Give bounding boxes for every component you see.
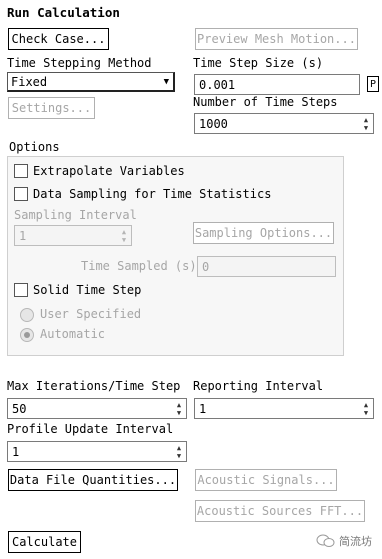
acoustic-signals-button[interactable]: Acoustic Signals...	[195, 469, 337, 491]
preview-mesh-motion-button[interactable]: Preview Mesh Motion...	[195, 28, 358, 50]
spinner-arrows-icon[interactable]: ▲ ▼	[359, 114, 373, 133]
time-stepping-method-value: Fixed	[11, 74, 48, 89]
max-iterations-input[interactable]: 50 ▲ ▼	[7, 398, 187, 419]
user-specified-label: User Specified	[40, 307, 142, 321]
panel-title: Run Calculation	[7, 5, 120, 20]
time-step-size-value: 0.001	[199, 77, 236, 92]
extrapolate-variables-checkbox[interactable]	[14, 164, 28, 178]
sampling-interval-value: 1	[19, 228, 27, 243]
sampling-options-button[interactable]: Sampling Options...	[193, 222, 334, 244]
number-of-time-steps-label: Number of Time Steps	[193, 95, 338, 109]
reporting-interval-input[interactable]: 1 ▲ ▼	[194, 398, 374, 419]
time-sampled-label: Time Sampled (s)	[81, 259, 197, 273]
extrapolate-variables-label: Extrapolate Variables	[33, 164, 185, 178]
solid-time-step-checkbox[interactable]	[14, 283, 28, 297]
time-step-size-input[interactable]: 0.001	[194, 74, 360, 95]
options-label: Options	[9, 140, 60, 154]
spinner-arrows-icon[interactable]: ▲ ▼	[172, 442, 186, 461]
automatic-label: Automatic	[40, 327, 106, 341]
calculate-button[interactable]: Calculate	[8, 531, 81, 553]
reporting-interval-value: 1	[199, 401, 207, 416]
spinner-arrows-icon[interactable]: ▲ ▼	[172, 399, 186, 418]
watermark: 简流坊	[316, 533, 372, 549]
profile-update-interval-value: 1	[12, 444, 20, 459]
time-sampled-input[interactable]: 0	[197, 256, 336, 277]
data-sampling-checkbox[interactable]	[14, 187, 28, 201]
profile-update-interval-input[interactable]: 1 ▲ ▼	[7, 441, 187, 462]
acoustic-sources-fft-button[interactable]: Acoustic Sources FFT...	[195, 500, 365, 522]
settings-button[interactable]: Settings...	[8, 97, 95, 119]
wechat-icon	[316, 534, 335, 547]
max-iterations-value: 50	[12, 401, 27, 416]
spinner-arrows-icon[interactable]: ▲ ▼	[359, 399, 373, 418]
sampling-interval-label: Sampling Interval	[14, 208, 137, 222]
automatic-radio[interactable]	[20, 328, 34, 342]
chevron-down-icon: ▼	[163, 77, 169, 87]
number-of-time-steps-value: 1000	[199, 116, 228, 131]
sampling-interval-input[interactable]: 1 ▲ ▼	[14, 225, 132, 246]
data-file-quantities-button[interactable]: Data File Quantities...	[8, 469, 178, 491]
max-iterations-label: Max Iterations/Time Step	[7, 379, 181, 393]
check-case-button[interactable]: Check Case...	[8, 28, 109, 50]
user-specified-radio[interactable]	[20, 308, 34, 322]
solid-time-step-label: Solid Time Step	[33, 283, 142, 297]
data-sampling-label: Data Sampling for Time Statistics	[33, 187, 272, 201]
time-stepping-method-dropdown[interactable]: Fixed ▼	[7, 72, 175, 92]
reporting-interval-label: Reporting Interval	[193, 379, 324, 393]
spinner-arrows-icon[interactable]: ▲ ▼	[117, 226, 131, 245]
number-of-time-steps-input[interactable]: 1000 ▲ ▼	[194, 113, 374, 134]
time-sampled-value: 0	[202, 259, 210, 274]
profile-update-interval-label: Profile Update Interval	[7, 422, 174, 436]
time-step-size-label: Time Step Size (s)	[193, 56, 324, 70]
watermark-text: 简流坊	[339, 535, 372, 548]
time-stepping-method-label: Time Stepping Method	[7, 56, 152, 70]
parameter-button[interactable]: P	[367, 76, 379, 92]
